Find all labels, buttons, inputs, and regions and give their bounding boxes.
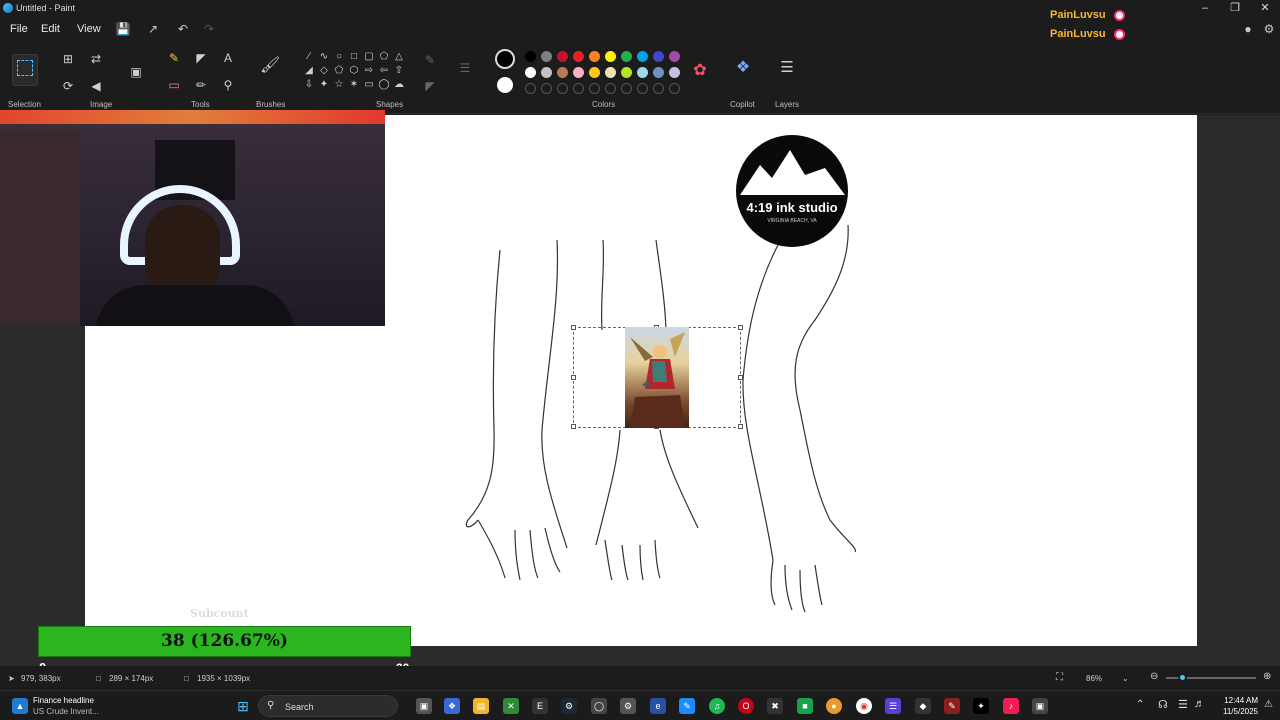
artwork-figure bbox=[630, 332, 685, 428]
led-strip bbox=[0, 110, 385, 124]
capcut-icon[interactable]: ✖ bbox=[767, 698, 783, 714]
logo-subtext: VIRGINIA BEACH, VA bbox=[767, 218, 817, 224]
cursor-position: 979, 383px bbox=[21, 674, 61, 683]
taskbar-search-box[interactable]: ⚲ Search bbox=[258, 695, 398, 717]
canvas-size: 1935 × 1039px bbox=[197, 674, 251, 683]
resize-handle[interactable] bbox=[738, 424, 743, 429]
resize-handle[interactable] bbox=[738, 325, 743, 330]
tray-overflow-chevron-icon[interactable]: ⌃ bbox=[1136, 699, 1144, 710]
start-windows-icon[interactable]: ⊞ bbox=[235, 698, 251, 714]
volume-icon[interactable]: ♬ bbox=[1194, 698, 1205, 710]
news-subtitle[interactable]: US Crude Invent... bbox=[33, 707, 99, 716]
person-shoulders bbox=[95, 285, 295, 326]
resize-handle[interactable] bbox=[571, 375, 576, 380]
edge-like-icon[interactable]: e bbox=[650, 698, 666, 714]
diamond-app-icon[interactable]: ◆ bbox=[915, 698, 931, 714]
chat-app-icon[interactable]: ■ bbox=[797, 698, 813, 714]
zoom-in-icon[interactable]: ⊕ bbox=[1263, 671, 1271, 682]
wifi-icon[interactable]: ☰ bbox=[1178, 698, 1188, 711]
fit-to-window-icon[interactable]: ⛶ bbox=[1056, 672, 1063, 683]
epic-games-icon[interactable]: E bbox=[532, 698, 548, 714]
xbox-icon[interactable]: ✕ bbox=[503, 698, 519, 714]
zoom-dropdown-chevron-icon[interactable]: ⌄ bbox=[1122, 674, 1129, 683]
windows-taskbar: ▲ Finance headline US Crude Invent... ⊞ … bbox=[0, 690, 1280, 720]
search-icon: ⚲ bbox=[267, 700, 275, 711]
pasted-artwork-image[interactable] bbox=[625, 327, 689, 428]
clock-time[interactable]: 12:44 AM bbox=[1218, 696, 1258, 705]
clock-date[interactable]: 11/5/2025 bbox=[1215, 707, 1258, 716]
zoom-level[interactable]: 86% bbox=[1086, 674, 1102, 683]
subgoal-progress-text: 38 (126.67%) bbox=[161, 631, 288, 651]
notifications-bell-icon[interactable]: ⚠ bbox=[1264, 699, 1273, 710]
resize-handle[interactable] bbox=[571, 325, 576, 330]
move-cursor-icon: ✥ bbox=[642, 378, 653, 392]
subgoal-title: Subcount bbox=[190, 607, 249, 620]
webcam-overlay bbox=[0, 110, 385, 326]
resize-handle[interactable] bbox=[571, 424, 576, 429]
monitor-app-icon[interactable]: ▣ bbox=[1032, 698, 1048, 714]
arm-sketch-left bbox=[465, 239, 568, 581]
selection-size: 289 × 174px bbox=[109, 674, 154, 683]
search-label: Search bbox=[285, 702, 314, 712]
tiktok-icon[interactable]: ♪ bbox=[1003, 698, 1019, 714]
chrome-icon[interactable]: ◉ bbox=[856, 698, 872, 714]
notes-app-icon[interactable]: ☰ bbox=[885, 698, 901, 714]
studio-logo bbox=[736, 135, 848, 247]
app-circle-icon[interactable]: ◯ bbox=[591, 698, 607, 714]
opera-icon[interactable]: O bbox=[738, 698, 754, 714]
canvas-size-icon: □ bbox=[184, 674, 189, 683]
microphone-icon[interactable]: ☊ bbox=[1158, 698, 1168, 711]
settings-icon[interactable]: ⚙ bbox=[620, 698, 636, 714]
shelf bbox=[0, 130, 80, 326]
selection-size-icon: □ bbox=[96, 674, 101, 683]
logo-text: 4:19 ink studio bbox=[746, 200, 837, 215]
zoom-out-icon[interactable]: ⊖ bbox=[1150, 671, 1158, 682]
cursor-position-icon: ➤ bbox=[8, 674, 15, 683]
file-explorer-icon[interactable]: ▤ bbox=[473, 698, 489, 714]
resize-handle[interactable] bbox=[738, 375, 743, 380]
news-widget-icon[interactable]: ▲ bbox=[12, 698, 28, 714]
zoom-slider-thumb[interactable] bbox=[1178, 673, 1187, 682]
steam-icon[interactable]: ⚙ bbox=[561, 698, 577, 714]
task-view-icon[interactable]: ▣ bbox=[416, 698, 432, 714]
news-title[interactable]: Finance headline bbox=[33, 696, 94, 705]
game-app-icon[interactable]: ✦ bbox=[973, 698, 989, 714]
copilot-taskbar-icon[interactable]: ❖ bbox=[444, 698, 460, 714]
paint-taskbar-icon[interactable]: ✎ bbox=[679, 698, 695, 714]
status-bar: ➤ 979, 383px □ 289 × 174px □ 1935 × 1039… bbox=[0, 666, 1280, 690]
notification-app-icon[interactable]: ● bbox=[826, 698, 842, 714]
pen-app-icon[interactable]: ✎ bbox=[944, 698, 960, 714]
spotify-icon[interactable]: ♫ bbox=[709, 698, 725, 714]
arm-sketch-right bbox=[742, 224, 856, 613]
